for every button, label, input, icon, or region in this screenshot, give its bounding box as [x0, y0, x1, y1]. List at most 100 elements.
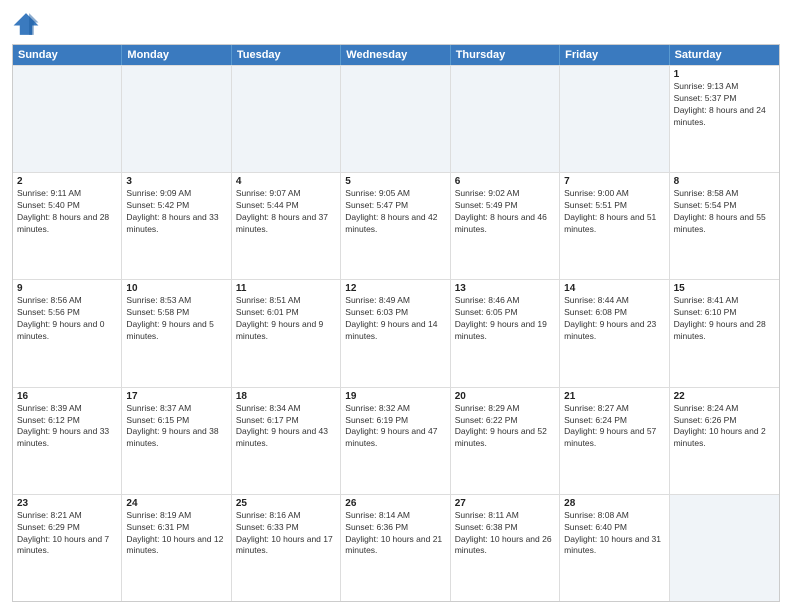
day-cell-18: 18Sunrise: 8:34 AM Sunset: 6:17 PM Dayli…: [232, 388, 341, 494]
calendar-header: SundayMondayTuesdayWednesdayThursdayFrid…: [13, 45, 779, 65]
day-number: 10: [126, 283, 226, 294]
day-number: 8: [674, 176, 775, 187]
day-cell-2: 2Sunrise: 9:11 AM Sunset: 5:40 PM Daylig…: [13, 173, 122, 279]
day-cell-26: 26Sunrise: 8:14 AM Sunset: 6:36 PM Dayli…: [341, 495, 450, 601]
day-cell-12: 12Sunrise: 8:49 AM Sunset: 6:03 PM Dayli…: [341, 280, 450, 386]
day-number: 13: [455, 283, 555, 294]
empty-cell: [560, 66, 669, 172]
day-number: 25: [236, 498, 336, 509]
week-row-4: 16Sunrise: 8:39 AM Sunset: 6:12 PM Dayli…: [13, 387, 779, 494]
day-number: 14: [564, 283, 664, 294]
day-cell-7: 7Sunrise: 9:00 AM Sunset: 5:51 PM Daylig…: [560, 173, 669, 279]
day-header-thursday: Thursday: [451, 45, 560, 65]
day-number: 6: [455, 176, 555, 187]
calendar-body: 1Sunrise: 9:13 AM Sunset: 5:37 PM Daylig…: [13, 65, 779, 601]
day-info: Sunrise: 8:21 AM Sunset: 6:29 PM Dayligh…: [17, 510, 117, 558]
day-header-sunday: Sunday: [13, 45, 122, 65]
logo: [12, 10, 44, 38]
week-row-1: 1Sunrise: 9:13 AM Sunset: 5:37 PM Daylig…: [13, 65, 779, 172]
day-cell-10: 10Sunrise: 8:53 AM Sunset: 5:58 PM Dayli…: [122, 280, 231, 386]
day-info: Sunrise: 8:08 AM Sunset: 6:40 PM Dayligh…: [564, 510, 664, 558]
day-cell-23: 23Sunrise: 8:21 AM Sunset: 6:29 PM Dayli…: [13, 495, 122, 601]
day-number: 21: [564, 391, 664, 402]
day-info: Sunrise: 9:07 AM Sunset: 5:44 PM Dayligh…: [236, 188, 336, 236]
day-number: 1: [674, 69, 775, 80]
day-number: 19: [345, 391, 445, 402]
day-cell-14: 14Sunrise: 8:44 AM Sunset: 6:08 PM Dayli…: [560, 280, 669, 386]
calendar: SundayMondayTuesdayWednesdayThursdayFrid…: [12, 44, 780, 602]
header: [12, 10, 780, 38]
week-row-5: 23Sunrise: 8:21 AM Sunset: 6:29 PM Dayli…: [13, 494, 779, 601]
day-info: Sunrise: 9:11 AM Sunset: 5:40 PM Dayligh…: [17, 188, 117, 236]
empty-cell: [341, 66, 450, 172]
day-cell-3: 3Sunrise: 9:09 AM Sunset: 5:42 PM Daylig…: [122, 173, 231, 279]
day-number: 17: [126, 391, 226, 402]
day-cell-20: 20Sunrise: 8:29 AM Sunset: 6:22 PM Dayli…: [451, 388, 560, 494]
empty-cell: [670, 495, 779, 601]
day-cell-1: 1Sunrise: 9:13 AM Sunset: 5:37 PM Daylig…: [670, 66, 779, 172]
day-number: 4: [236, 176, 336, 187]
day-cell-15: 15Sunrise: 8:41 AM Sunset: 6:10 PM Dayli…: [670, 280, 779, 386]
day-cell-25: 25Sunrise: 8:16 AM Sunset: 6:33 PM Dayli…: [232, 495, 341, 601]
day-info: Sunrise: 9:00 AM Sunset: 5:51 PM Dayligh…: [564, 188, 664, 236]
day-number: 5: [345, 176, 445, 187]
day-number: 11: [236, 283, 336, 294]
day-number: 7: [564, 176, 664, 187]
day-cell-9: 9Sunrise: 8:56 AM Sunset: 5:56 PM Daylig…: [13, 280, 122, 386]
day-header-friday: Friday: [560, 45, 669, 65]
day-info: Sunrise: 8:56 AM Sunset: 5:56 PM Dayligh…: [17, 295, 117, 343]
day-number: 12: [345, 283, 445, 294]
day-cell-24: 24Sunrise: 8:19 AM Sunset: 6:31 PM Dayli…: [122, 495, 231, 601]
day-header-wednesday: Wednesday: [341, 45, 450, 65]
day-info: Sunrise: 8:14 AM Sunset: 6:36 PM Dayligh…: [345, 510, 445, 558]
day-number: 28: [564, 498, 664, 509]
day-number: 18: [236, 391, 336, 402]
day-number: 23: [17, 498, 117, 509]
day-info: Sunrise: 8:29 AM Sunset: 6:22 PM Dayligh…: [455, 403, 555, 451]
day-number: 22: [674, 391, 775, 402]
day-info: Sunrise: 8:44 AM Sunset: 6:08 PM Dayligh…: [564, 295, 664, 343]
day-info: Sunrise: 8:39 AM Sunset: 6:12 PM Dayligh…: [17, 403, 117, 451]
day-info: Sunrise: 8:19 AM Sunset: 6:31 PM Dayligh…: [126, 510, 226, 558]
day-info: Sunrise: 8:46 AM Sunset: 6:05 PM Dayligh…: [455, 295, 555, 343]
empty-cell: [232, 66, 341, 172]
day-number: 16: [17, 391, 117, 402]
day-number: 24: [126, 498, 226, 509]
day-info: Sunrise: 8:49 AM Sunset: 6:03 PM Dayligh…: [345, 295, 445, 343]
day-cell-6: 6Sunrise: 9:02 AM Sunset: 5:49 PM Daylig…: [451, 173, 560, 279]
day-info: Sunrise: 9:09 AM Sunset: 5:42 PM Dayligh…: [126, 188, 226, 236]
day-header-tuesday: Tuesday: [232, 45, 341, 65]
week-row-3: 9Sunrise: 8:56 AM Sunset: 5:56 PM Daylig…: [13, 279, 779, 386]
day-info: Sunrise: 8:16 AM Sunset: 6:33 PM Dayligh…: [236, 510, 336, 558]
day-info: Sunrise: 8:34 AM Sunset: 6:17 PM Dayligh…: [236, 403, 336, 451]
empty-cell: [451, 66, 560, 172]
day-info: Sunrise: 8:41 AM Sunset: 6:10 PM Dayligh…: [674, 295, 775, 343]
day-cell-13: 13Sunrise: 8:46 AM Sunset: 6:05 PM Dayli…: [451, 280, 560, 386]
day-info: Sunrise: 8:11 AM Sunset: 6:38 PM Dayligh…: [455, 510, 555, 558]
day-number: 3: [126, 176, 226, 187]
day-info: Sunrise: 9:05 AM Sunset: 5:47 PM Dayligh…: [345, 188, 445, 236]
day-number: 15: [674, 283, 775, 294]
day-cell-19: 19Sunrise: 8:32 AM Sunset: 6:19 PM Dayli…: [341, 388, 450, 494]
day-number: 9: [17, 283, 117, 294]
day-cell-28: 28Sunrise: 8:08 AM Sunset: 6:40 PM Dayli…: [560, 495, 669, 601]
week-row-2: 2Sunrise: 9:11 AM Sunset: 5:40 PM Daylig…: [13, 172, 779, 279]
day-number: 2: [17, 176, 117, 187]
day-info: Sunrise: 8:32 AM Sunset: 6:19 PM Dayligh…: [345, 403, 445, 451]
day-header-monday: Monday: [122, 45, 231, 65]
empty-cell: [13, 66, 122, 172]
day-info: Sunrise: 8:58 AM Sunset: 5:54 PM Dayligh…: [674, 188, 775, 236]
day-cell-8: 8Sunrise: 8:58 AM Sunset: 5:54 PM Daylig…: [670, 173, 779, 279]
day-cell-16: 16Sunrise: 8:39 AM Sunset: 6:12 PM Dayli…: [13, 388, 122, 494]
empty-cell: [122, 66, 231, 172]
day-cell-22: 22Sunrise: 8:24 AM Sunset: 6:26 PM Dayli…: [670, 388, 779, 494]
day-cell-5: 5Sunrise: 9:05 AM Sunset: 5:47 PM Daylig…: [341, 173, 450, 279]
day-header-saturday: Saturday: [670, 45, 779, 65]
day-info: Sunrise: 8:53 AM Sunset: 5:58 PM Dayligh…: [126, 295, 226, 343]
day-number: 27: [455, 498, 555, 509]
day-info: Sunrise: 8:24 AM Sunset: 6:26 PM Dayligh…: [674, 403, 775, 451]
page: SundayMondayTuesdayWednesdayThursdayFrid…: [0, 0, 792, 612]
day-info: Sunrise: 8:27 AM Sunset: 6:24 PM Dayligh…: [564, 403, 664, 451]
day-cell-27: 27Sunrise: 8:11 AM Sunset: 6:38 PM Dayli…: [451, 495, 560, 601]
day-number: 26: [345, 498, 445, 509]
